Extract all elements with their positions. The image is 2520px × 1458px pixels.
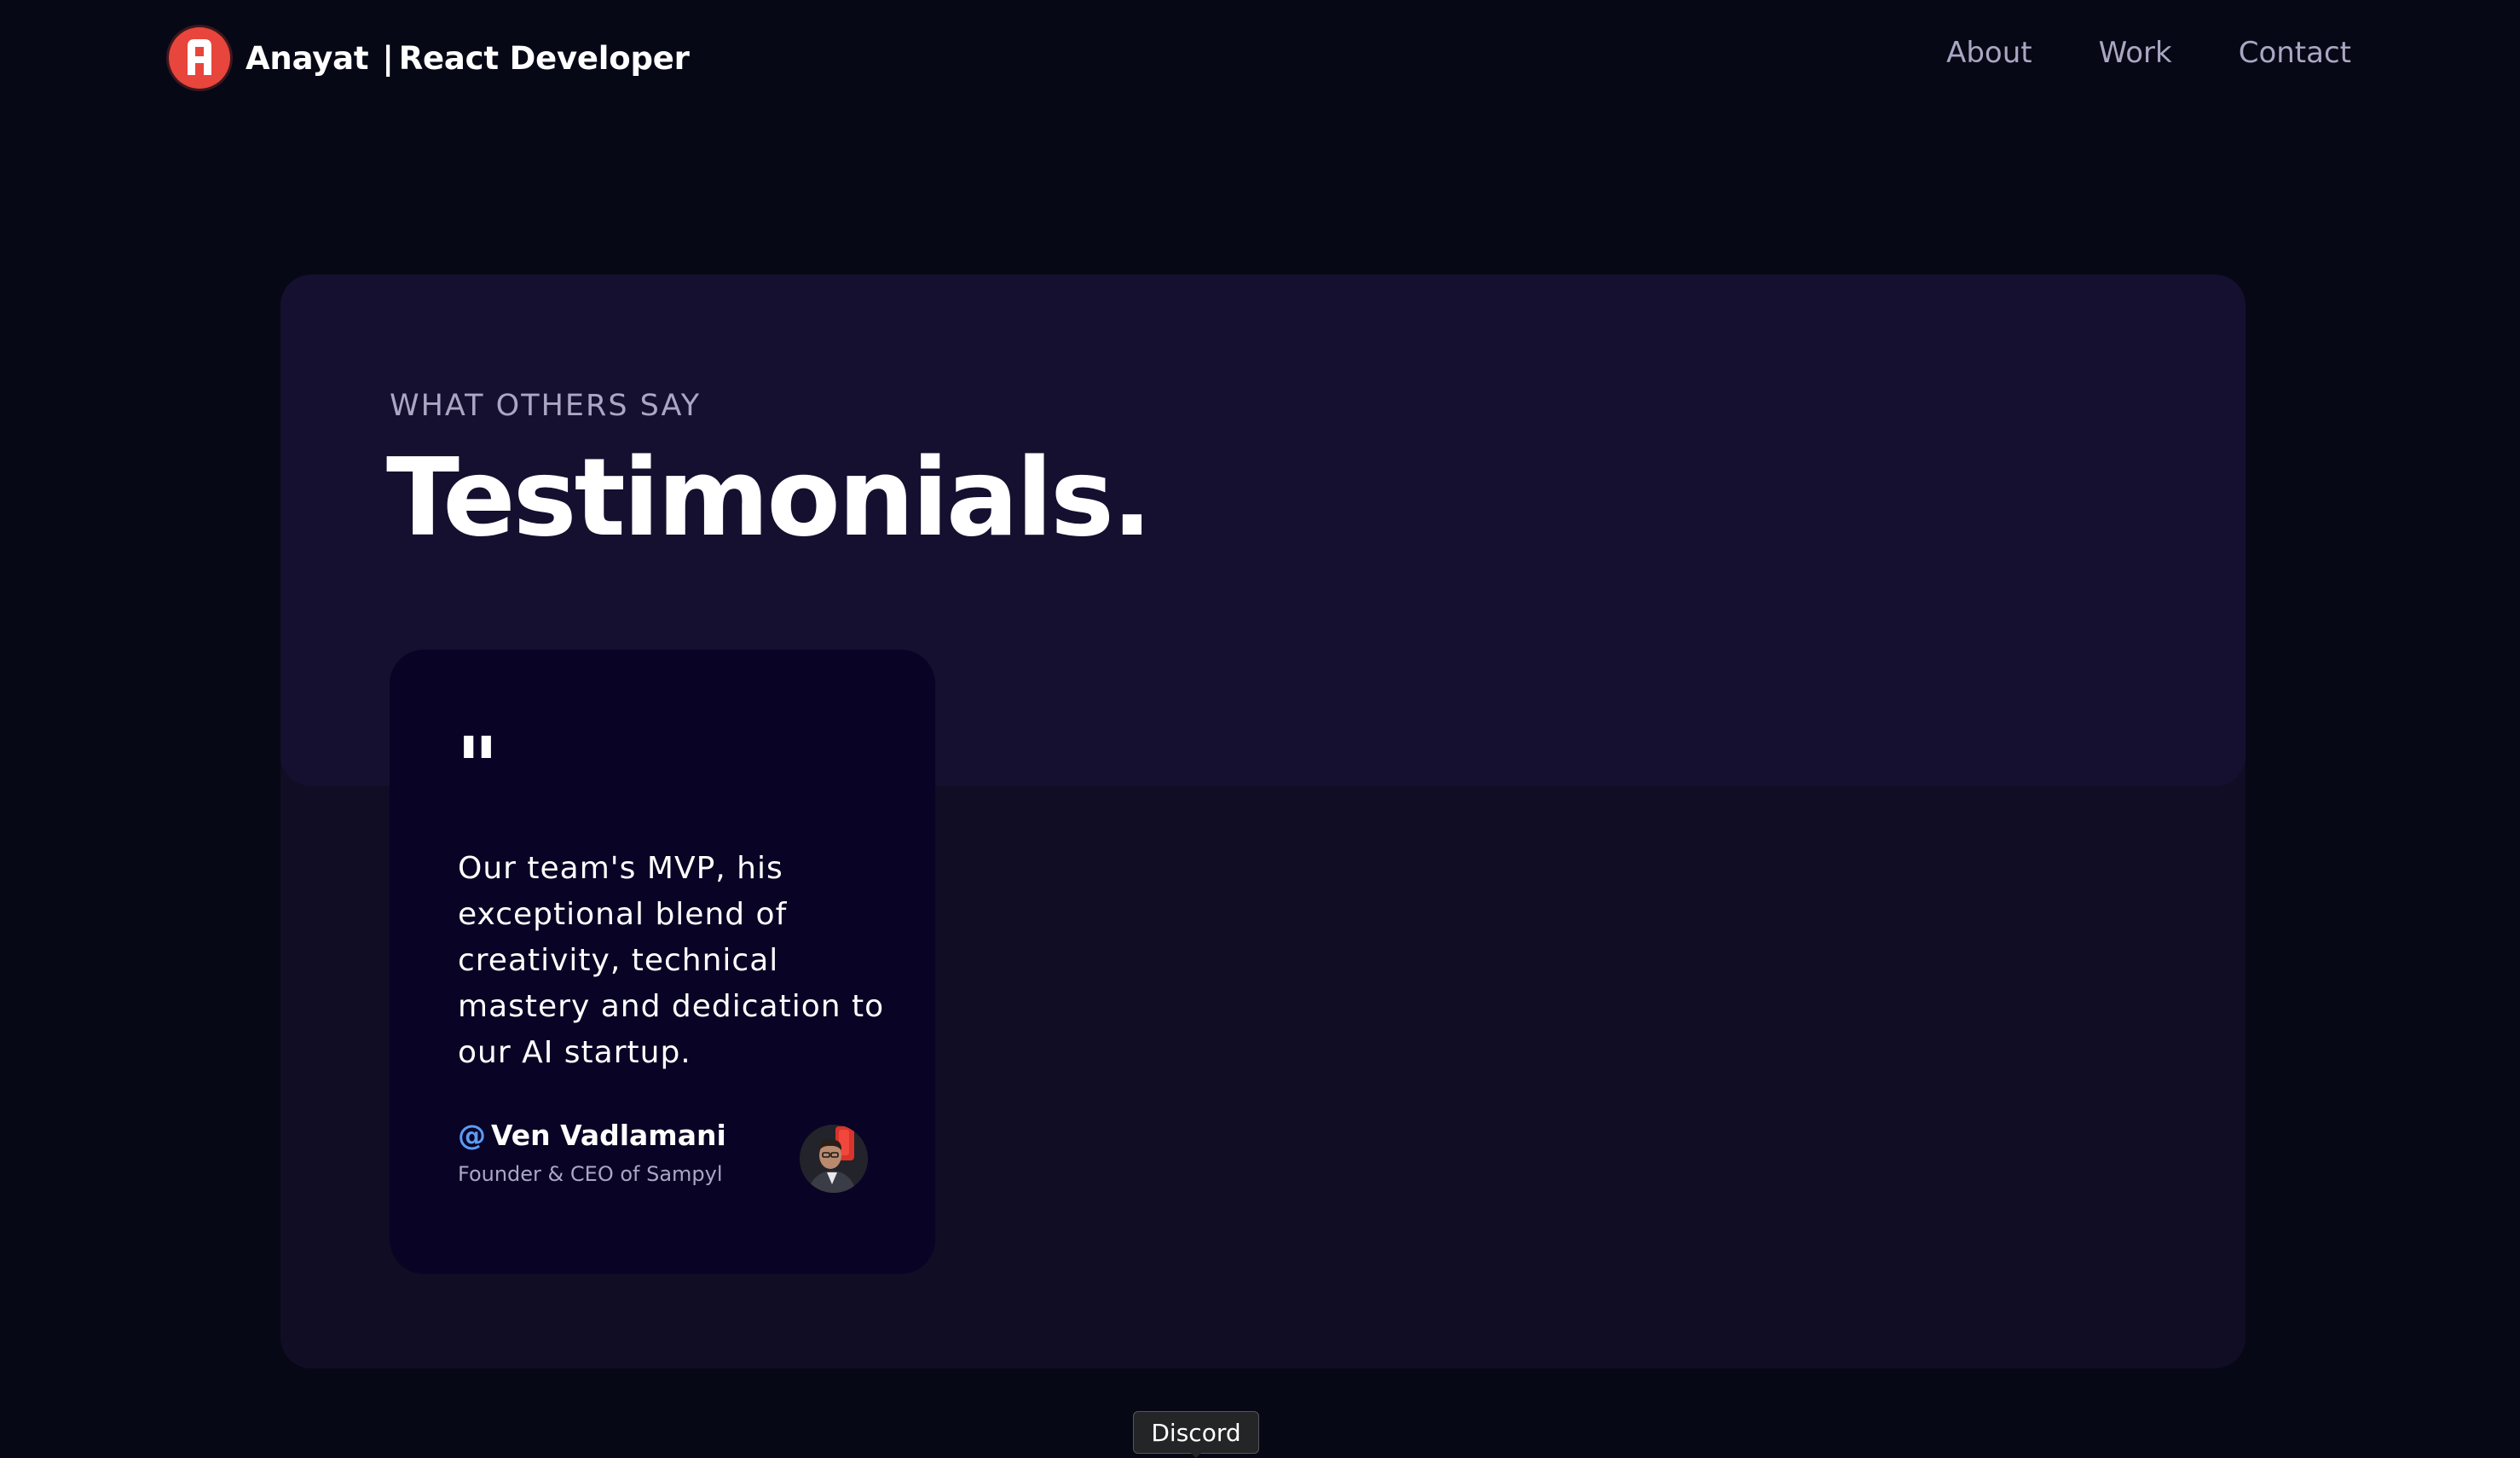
author-name: Ven Vadlamani <box>491 1119 726 1152</box>
tooltip-arrow <box>1188 1450 1204 1458</box>
nav-link-about[interactable]: About <box>1946 36 2032 70</box>
brand-separator: | <box>382 39 394 77</box>
nav-link-work[interactable]: Work <box>2099 36 2172 70</box>
brand-title: Anayat | React Developer <box>246 40 690 77</box>
nav-links: About Work Contact <box>1946 36 2351 70</box>
testimonial-quote: Our team's MVP, his exceptional blend of… <box>458 851 885 1070</box>
brand-role: React Developer <box>398 39 690 77</box>
brand-name: Anayat <box>246 39 369 77</box>
brand-link[interactable]: Anayat | React Developer <box>169 27 690 89</box>
author-name-row: @ Ven Vadlamani <box>458 1119 739 1152</box>
author-role: Founder & CEO of Sampyl <box>458 1162 723 1186</box>
author-avatar <box>800 1125 868 1193</box>
testimonial-card: " Our team's MVP, his exceptional blend … <box>390 650 935 1274</box>
quote-mark-icon: " <box>456 720 500 815</box>
at-sign: @ <box>458 1119 486 1152</box>
discord-tooltip: Discord <box>1133 1411 1259 1454</box>
navbar: Anayat | React Developer About Work Contac… <box>0 0 2520 116</box>
section-title: Testimonials. <box>386 435 1153 560</box>
letter-a-logo-icon <box>169 27 230 89</box>
testimonial-author: @ Ven Vadlamani Founder & CEO of Sampyl <box>458 1119 739 1186</box>
avatar-photo <box>800 1125 868 1193</box>
section-subtitle: WHAT OTHERS SAY <box>390 389 702 423</box>
testimonials-section: WHAT OTHERS SAY Testimonials. " Our team… <box>280 275 2245 1368</box>
nav-link-contact[interactable]: Contact <box>2239 36 2351 70</box>
